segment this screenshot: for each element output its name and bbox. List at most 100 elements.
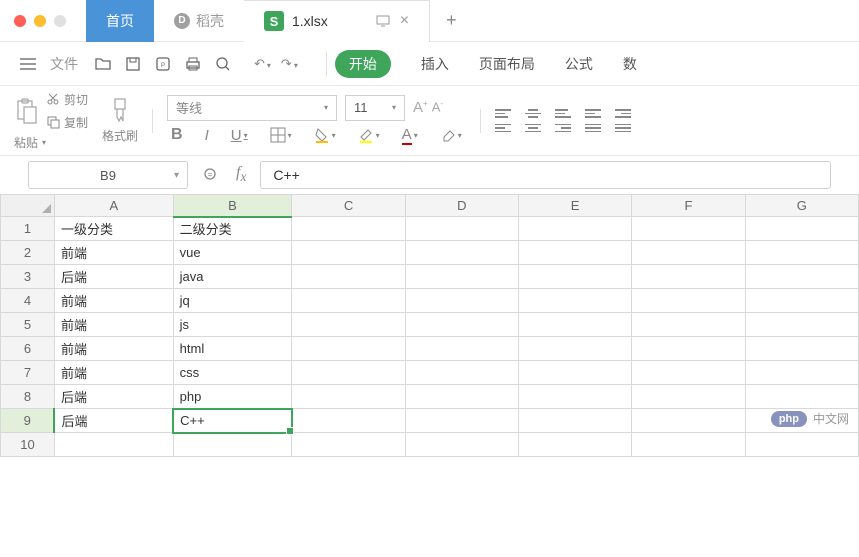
cell[interactable] (632, 337, 745, 361)
highlight-button[interactable]: ▾ (354, 125, 384, 145)
cell[interactable] (518, 217, 631, 241)
cell[interactable] (292, 337, 405, 361)
underline-button[interactable]: U▾ (227, 125, 252, 146)
cell[interactable] (292, 265, 405, 289)
cut-button[interactable]: 剪切 (46, 91, 88, 108)
cell[interactable] (632, 265, 745, 289)
align-bottom-button[interactable] (555, 109, 571, 118)
row-header[interactable]: 6 (1, 337, 55, 361)
cell[interactable] (745, 385, 858, 409)
cell[interactable]: 前端 (54, 241, 173, 265)
export-icon[interactable]: P (154, 55, 172, 73)
paste-button[interactable] (14, 97, 38, 125)
menu-start[interactable]: 开始 (335, 50, 391, 78)
search-icon[interactable]: = (202, 166, 220, 184)
font-name-select[interactable]: 等线 ▾ (167, 95, 337, 121)
cell[interactable] (745, 265, 858, 289)
cell[interactable] (292, 289, 405, 313)
fx-button[interactable]: fx (236, 164, 246, 185)
cell[interactable]: 前端 (54, 289, 173, 313)
cell[interactable] (632, 361, 745, 385)
cell[interactable]: C++ (173, 409, 292, 433)
row-header[interactable]: 5 (1, 313, 55, 337)
align-right-button[interactable] (555, 124, 571, 133)
cell[interactable]: 前端 (54, 337, 173, 361)
row-header[interactable]: 7 (1, 361, 55, 385)
row-header[interactable]: 1 (1, 217, 55, 241)
italic-button[interactable]: I (201, 125, 213, 146)
add-tab-button[interactable]: + (430, 10, 473, 31)
select-all-corner[interactable] (1, 195, 55, 217)
menu-data[interactable]: 数 (623, 54, 637, 74)
cell[interactable] (292, 361, 405, 385)
decrease-font-button[interactable]: A- (432, 99, 443, 116)
row-header[interactable]: 4 (1, 289, 55, 313)
cell[interactable] (405, 289, 518, 313)
bold-button[interactable]: B (167, 124, 187, 146)
font-size-select[interactable]: 11 ▾ (345, 95, 405, 121)
print-icon[interactable] (184, 55, 202, 73)
cell[interactable]: 一级分类 (54, 217, 173, 241)
cell[interactable] (632, 433, 745, 457)
undo-button[interactable]: ↶▾ (254, 56, 271, 72)
cell[interactable] (518, 289, 631, 313)
copy-button[interactable]: 复制 (46, 114, 88, 131)
hamburger-menu[interactable] (14, 54, 42, 74)
cell[interactable] (405, 337, 518, 361)
cell[interactable] (745, 289, 858, 313)
cell[interactable]: 二级分类 (173, 217, 292, 241)
cell[interactable] (518, 409, 631, 433)
row-header[interactable]: 9 (1, 409, 55, 433)
cell[interactable]: 后端 (54, 385, 173, 409)
align-center-button[interactable] (525, 124, 541, 133)
justify-button[interactable] (585, 124, 601, 133)
cell[interactable] (292, 241, 405, 265)
paste-label[interactable]: 粘贴▾ (14, 134, 88, 151)
column-header-E[interactable]: E (518, 195, 631, 217)
cell[interactable] (405, 385, 518, 409)
cell[interactable] (518, 337, 631, 361)
cell[interactable] (54, 433, 173, 457)
cell[interactable] (745, 433, 858, 457)
cell[interactable]: php (173, 385, 292, 409)
cell[interactable] (745, 337, 858, 361)
cell[interactable] (518, 265, 631, 289)
cell[interactable] (632, 241, 745, 265)
cell[interactable] (518, 241, 631, 265)
format-brush-button[interactable]: 格式刷 (102, 97, 138, 144)
cell[interactable]: vue (173, 241, 292, 265)
maximize-window-button[interactable] (54, 15, 66, 27)
cell[interactable]: 前端 (54, 361, 173, 385)
menu-layout[interactable]: 页面布局 (479, 54, 535, 74)
row-header[interactable]: 10 (1, 433, 55, 457)
screen-icon[interactable] (376, 14, 390, 28)
cell[interactable] (518, 433, 631, 457)
minimize-window-button[interactable] (34, 15, 46, 27)
cell[interactable] (632, 313, 745, 337)
open-icon[interactable] (94, 55, 112, 73)
cell[interactable]: js (173, 313, 292, 337)
menu-insert[interactable]: 插入 (421, 54, 449, 74)
redo-button[interactable]: ↷▾ (281, 56, 298, 72)
cell[interactable] (292, 409, 405, 433)
column-header-A[interactable]: A (54, 195, 173, 217)
cell[interactable] (405, 409, 518, 433)
cell[interactable] (745, 361, 858, 385)
column-header-G[interactable]: G (745, 195, 858, 217)
cell[interactable] (173, 433, 292, 457)
cell[interactable] (405, 265, 518, 289)
cell[interactable]: 后端 (54, 409, 173, 433)
indent-left-button[interactable] (585, 109, 601, 118)
cell[interactable] (405, 313, 518, 337)
cell[interactable]: java (173, 265, 292, 289)
align-left-button[interactable] (495, 124, 511, 133)
cell[interactable]: 后端 (54, 265, 173, 289)
column-header-D[interactable]: D (405, 195, 518, 217)
eraser-button[interactable]: ▾ (436, 125, 466, 145)
cell[interactable] (745, 241, 858, 265)
cell[interactable] (745, 217, 858, 241)
save-icon[interactable] (124, 55, 142, 73)
cell[interactable] (518, 385, 631, 409)
cell[interactable] (405, 217, 518, 241)
cell[interactable] (518, 313, 631, 337)
